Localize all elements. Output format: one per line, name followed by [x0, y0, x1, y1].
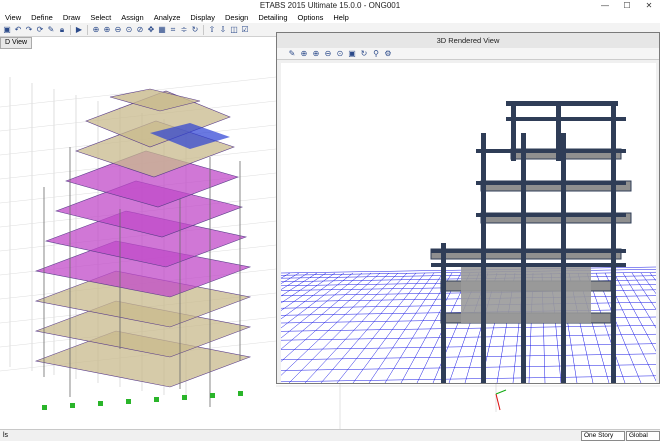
- undo-icon[interactable]: ↶: [13, 25, 23, 35]
- support-marker: [154, 397, 159, 402]
- view-elev-icon[interactable]: ≑: [179, 25, 189, 35]
- pencil-icon[interactable]: ✎: [287, 49, 297, 59]
- pan-icon[interactable]: ✥: [146, 25, 156, 35]
- redo-icon[interactable]: ↷: [24, 25, 34, 35]
- lock-icon[interactable]: 🔒︎: [57, 25, 67, 35]
- support-marker: [182, 395, 187, 400]
- rendered-view-title: 3D Rendered View: [277, 33, 659, 48]
- zoom-out-icon[interactable]: ⊖: [323, 49, 333, 59]
- zoom-window-icon[interactable]: ⊕: [91, 25, 101, 35]
- ground-grid-line: [281, 333, 656, 341]
- status-text: ls: [3, 432, 9, 439]
- zoom-fit-icon[interactable]: ▣: [347, 49, 357, 59]
- ground-grid-line: [281, 343, 656, 350]
- beam: [476, 149, 626, 153]
- display-options-icon[interactable]: ⚙: [383, 49, 393, 59]
- minimize-button[interactable]: —: [594, 0, 616, 12]
- ground-grid-line: [622, 272, 656, 329]
- ground-grid-line: [281, 272, 327, 304]
- support-marker: [98, 401, 103, 406]
- beam: [476, 181, 626, 185]
- menu-detailing[interactable]: Detailing: [253, 13, 292, 22]
- refresh-icon[interactable]: ⟳: [35, 25, 45, 35]
- beam: [506, 117, 626, 121]
- view-3d-icon[interactable]: ▦: [157, 25, 167, 35]
- ground-grid-line: [281, 375, 656, 383]
- rotate-icon[interactable]: ↻: [359, 49, 369, 59]
- menu-analyze[interactable]: Analyze: [149, 13, 186, 22]
- ground-grid-line: [281, 272, 291, 279]
- zoom-window-icon[interactable]: ⊕: [299, 49, 309, 59]
- ground-grid-line: [352, 272, 435, 383]
- move-up-icon[interactable]: ⇧: [207, 25, 217, 35]
- support-marker: [70, 403, 75, 408]
- view-tab[interactable]: D View: [0, 37, 33, 49]
- rendered-canvas[interactable]: [281, 63, 656, 383]
- ground-grid-line: [281, 325, 656, 332]
- rotate-icon[interactable]: ↻: [190, 25, 200, 35]
- menu-view[interactable]: View: [0, 13, 26, 22]
- window-title: ETABS 2015 Ultimate 15.0.0 - ONG001: [259, 1, 401, 10]
- ground-grid-line: [613, 272, 656, 352]
- rendered-model[interactable]: [281, 63, 656, 383]
- ground-grid-line: [281, 272, 300, 284]
- support-marker: [210, 393, 215, 398]
- ground-grid-line: [631, 272, 656, 310]
- object-shrink-icon[interactable]: ◫: [229, 25, 239, 35]
- menu-draw[interactable]: Draw: [58, 13, 86, 22]
- menu-help[interactable]: Help: [328, 13, 353, 22]
- menu-display[interactable]: Display: [185, 13, 220, 22]
- support-marker: [126, 399, 131, 404]
- ground-grid-line: [281, 272, 336, 311]
- rendered-view-window: 3D Rendered View ✎ ⊕ ⊕ ⊖ ⊙ ▣ ↻ ⚲ ⚙: [276, 32, 660, 384]
- menu-assign[interactable]: Assign: [116, 13, 149, 22]
- zoom-in-icon[interactable]: ⊕: [102, 25, 112, 35]
- menu-select[interactable]: Select: [85, 13, 116, 22]
- close-button[interactable]: ✕: [638, 0, 660, 12]
- model-canvas[interactable]: [0, 37, 276, 429]
- pencil-icon[interactable]: ✎: [46, 25, 56, 35]
- toolbar-divider: [70, 24, 71, 35]
- menu-design[interactable]: Design: [220, 13, 253, 22]
- move-down-icon[interactable]: ⇩: [218, 25, 228, 35]
- ground-grid-line: [281, 272, 309, 290]
- status-bar: ls One Story Global: [0, 429, 660, 441]
- model-view-3d[interactable]: D View: [0, 37, 277, 429]
- ground-grid-line: [281, 353, 656, 361]
- run-icon[interactable]: ▶: [74, 25, 84, 35]
- rendered-view-toolbar: ✎ ⊕ ⊕ ⊖ ⊙ ▣ ↻ ⚲ ⚙: [277, 48, 659, 60]
- view-plan-icon[interactable]: ⌗: [168, 25, 178, 35]
- zoom-all-icon[interactable]: ⊙: [124, 25, 134, 35]
- menu-bar: View Define Draw Select Assign Analyze D…: [0, 12, 660, 23]
- perspective-icon[interactable]: ⚲: [371, 49, 381, 59]
- beam: [431, 263, 626, 267]
- save-icon[interactable]: ▣: [2, 25, 12, 35]
- ground-grid-line: [281, 364, 656, 371]
- beam: [476, 213, 626, 217]
- window-controls: — ☐ ✕: [594, 0, 660, 12]
- beam: [431, 249, 626, 253]
- support-marker: [238, 391, 243, 396]
- roof-beam: [506, 101, 618, 106]
- toolbar-divider: [87, 24, 88, 35]
- maximize-button[interactable]: ☐: [616, 0, 638, 12]
- zoom-in-icon[interactable]: ⊕: [311, 49, 321, 59]
- title-bar: ETABS 2015 Ultimate 15.0.0 - ONG001 — ☐ …: [0, 0, 660, 12]
- toolbar-divider: [203, 24, 204, 35]
- zoom-previous-icon[interactable]: ⊘: [135, 25, 145, 35]
- model-view-lower[interactable]: [276, 384, 660, 429]
- lower-canvas: [276, 384, 660, 429]
- zoom-out-icon[interactable]: ⊖: [113, 25, 123, 35]
- menu-options[interactable]: Options: [293, 13, 329, 22]
- set-display-icon[interactable]: ☑: [240, 25, 250, 35]
- support-marker: [42, 405, 47, 410]
- ground-grid-line: [368, 272, 444, 383]
- zoom-all-icon[interactable]: ⊙: [335, 49, 345, 59]
- menu-define[interactable]: Define: [26, 13, 58, 22]
